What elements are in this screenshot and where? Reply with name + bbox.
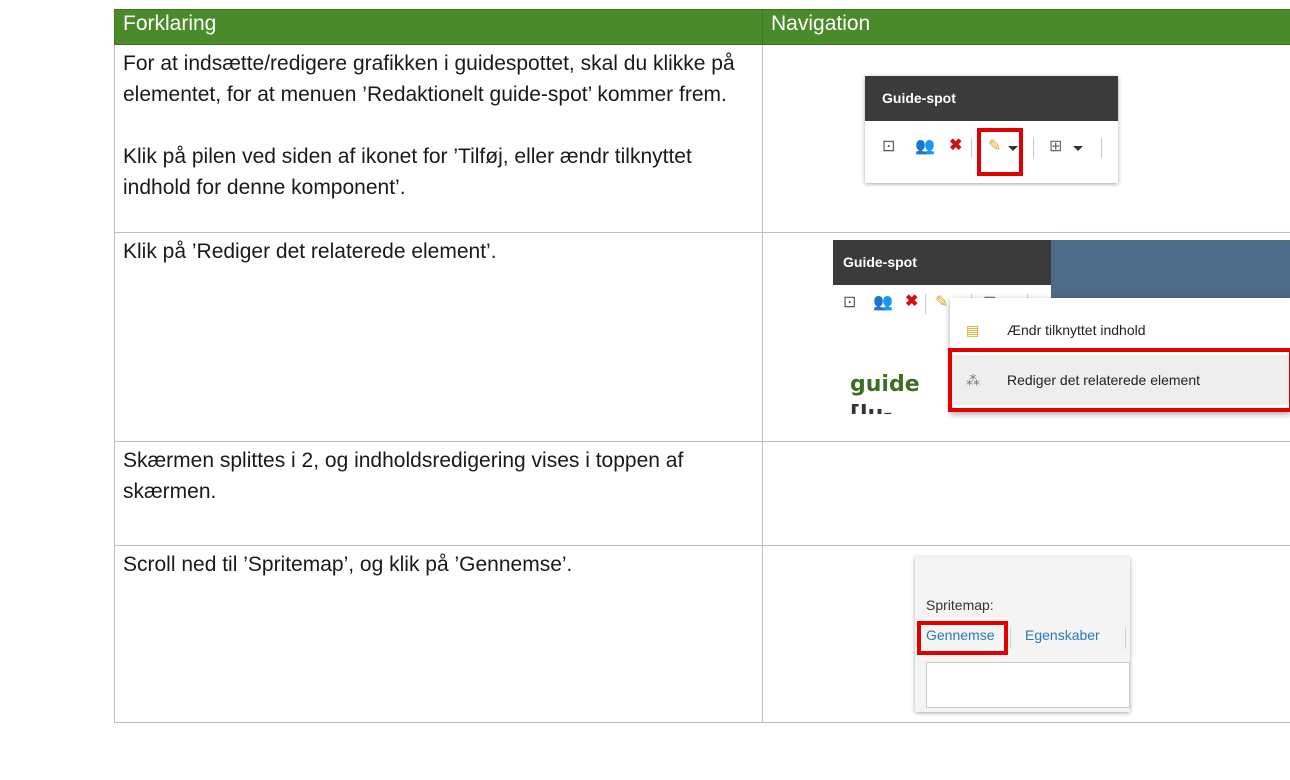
header-forklaring: Forklaring — [114, 9, 763, 45]
navigation-cell: Guide-spot ⊡ 👥 ✖ ✎ ⊞ — [762, 44, 1290, 233]
explanation-cell: Klik på ’Rediger det relaterede element’… — [114, 232, 763, 442]
page-content: guide [lu- — [833, 322, 953, 414]
instruction-table: Forklaring Navigation For at indsætte/re… — [114, 9, 1290, 723]
instruction-text: Scroll ned til ’Spritemap’, og klik på ’… — [123, 553, 573, 576]
spritemap-input[interactable] — [926, 662, 1130, 708]
edit-frame-icon[interactable]: ⊡ — [882, 138, 895, 156]
table-row: For at indsætte/redigere grafikken i gui… — [114, 44, 1290, 233]
dropdown-menu: ▤ Ændr tilknyttet indhold ⁂ Rediger det … — [948, 298, 1290, 412]
link-divider — [1010, 627, 1011, 649]
spritemap-label: Spritemap: — [926, 597, 994, 613]
highlight-box — [977, 128, 1023, 176]
delete-icon[interactable]: ✖ — [949, 137, 962, 155]
instruction-text: Klik på pilen ved siden af ikonet for ’T… — [123, 145, 692, 199]
background-heading: guide — [850, 372, 920, 397]
table-row: Skærmen splittes i 2, og indholdsrediger… — [114, 441, 1290, 546]
navigation-cell: Guide-spot ⊡ 👥 ✖ ✎ ⊞ guide [lu- — [762, 232, 1290, 442]
explanation-cell: For at indsætte/redigere grafikken i gui… — [114, 44, 763, 233]
chevron-down-icon[interactable] — [1073, 146, 1083, 151]
delete-icon[interactable]: ✖ — [905, 293, 918, 311]
navigation-cell: Spritemap: Gennemse Egenskaber — [762, 545, 1290, 723]
highlight-box — [917, 621, 1008, 655]
toolbar-icons: ⊡ 👥 ✖ ✎ ⊞ — [865, 121, 1118, 183]
users-icon[interactable]: 👥 — [915, 138, 935, 156]
instruction-text: Klik på ’Rediger det relaterede element’… — [123, 240, 497, 263]
field-actions: Gennemse Egenskaber — [915, 621, 1130, 655]
navigation-cell — [762, 441, 1290, 546]
related-element-menu-screenshot: Guide-spot ⊡ 👥 ✖ ✎ ⊞ guide [lu- — [833, 240, 1290, 414]
toolbar-divider — [1101, 138, 1102, 158]
properties-link[interactable]: Egenskaber — [1025, 627, 1100, 643]
link-divider — [1125, 627, 1126, 649]
edit-frame-icon[interactable]: ⊡ — [843, 294, 856, 312]
highlight-box — [948, 348, 1290, 412]
spritemap-field-screenshot: Spritemap: Gennemse Egenskaber — [915, 557, 1130, 712]
toolbar-title: Guide-spot — [833, 240, 1051, 285]
toolbar-divider — [925, 294, 926, 314]
explanation-cell: Skærmen splittes i 2, og indholdsrediger… — [114, 441, 763, 546]
instruction-text: Skærmen splittes i 2, og indholdsrediger… — [123, 449, 684, 503]
table-row: Klik på ’Rediger det relaterede element’… — [114, 232, 1290, 442]
background-text: [lu- — [850, 402, 892, 414]
edit-related-icon[interactable]: ✎ — [935, 294, 948, 312]
toolbar-title: Guide-spot — [865, 76, 1118, 121]
users-icon[interactable]: 👥 — [873, 294, 893, 312]
tree-icon[interactable]: ⊞ — [1049, 138, 1062, 156]
header-navigation: Navigation — [762, 9, 1290, 45]
toolbar-divider — [971, 138, 972, 158]
guide-spot-toolbar-screenshot: Guide-spot ⊡ 👥 ✖ ✎ ⊞ — [865, 76, 1118, 183]
table-row: Scroll ned til ’Spritemap’, og klik på ’… — [114, 545, 1290, 723]
instruction-text: For at indsætte/redigere grafikken i gui… — [123, 52, 735, 106]
toolbar-divider — [1033, 138, 1034, 158]
explanation-cell: Scroll ned til ’Spritemap’, og klik på ’… — [114, 545, 763, 723]
